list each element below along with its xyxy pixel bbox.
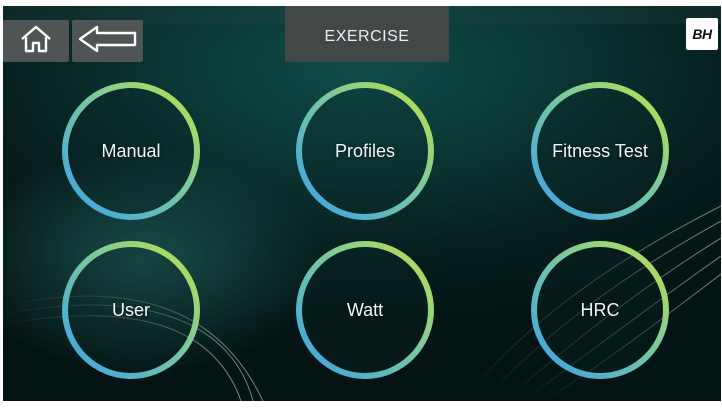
program-label: User [111,299,150,320]
program-button-user[interactable]: User [60,239,202,381]
back-button[interactable] [72,20,143,62]
program-label: Watt [346,299,384,320]
home-icon [19,24,53,58]
page-title-tab: EXERCISE [285,6,449,62]
page-title: EXERCISE [324,28,410,45]
program-button-fitness-test[interactable]: Fitness Test [529,80,671,222]
home-button[interactable] [3,20,69,62]
program-label: Manual [101,140,161,161]
program-label: Profiles [334,140,396,161]
screen-background: EXERCISE BH Manual Profiles Fitness Test… [3,6,721,401]
back-arrow-icon [77,24,139,58]
program-label: HRC [580,299,620,320]
program-button-watt[interactable]: Watt [294,239,436,381]
program-button-hrc[interactable]: HRC [529,239,671,381]
program-label: Fitness Test [552,140,648,161]
logo-text: BH [692,26,712,42]
program-button-manual[interactable]: Manual [60,80,202,222]
program-button-profiles[interactable]: Profiles [294,80,436,222]
brand-logo: BH [686,18,718,50]
